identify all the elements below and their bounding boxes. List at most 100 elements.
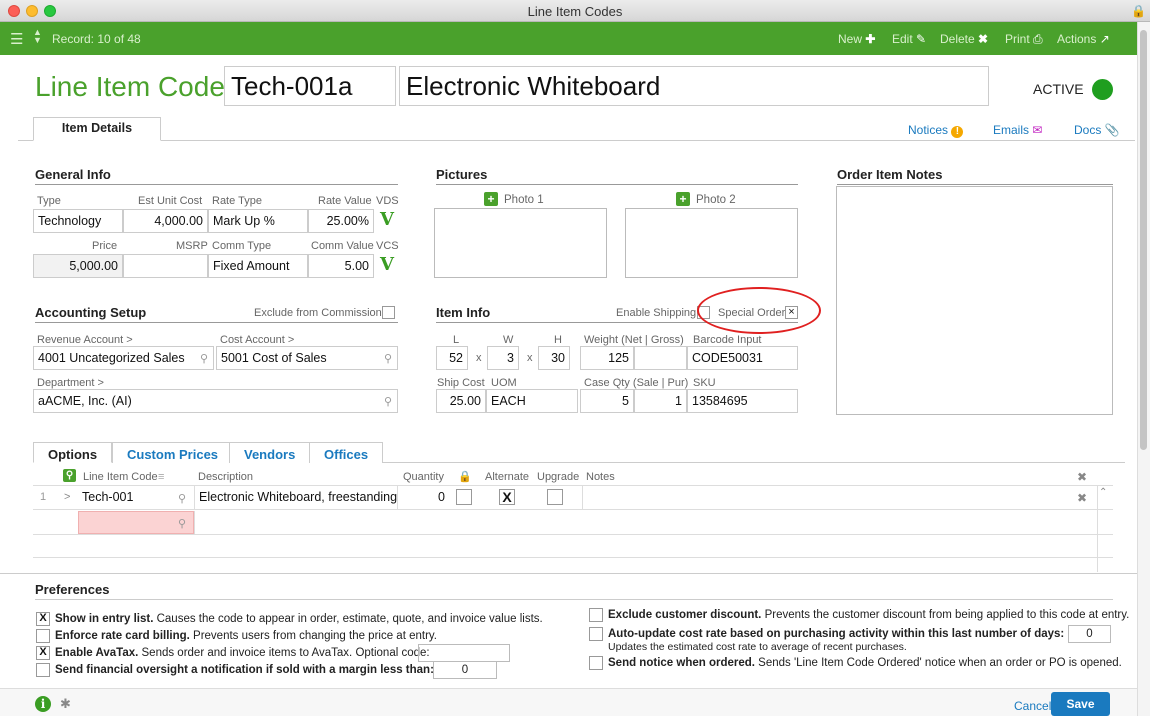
enforce-rate-card-text: Enforce rate card billing. Prevents user… bbox=[55, 630, 437, 642]
margin-input[interactable]: 0 bbox=[433, 661, 497, 679]
sort-icon[interactable]: ≡ bbox=[158, 471, 164, 483]
tab-vendors[interactable]: Vendors bbox=[229, 442, 311, 463]
cancel-button[interactable]: Cancel bbox=[1014, 699, 1051, 713]
financial-oversight-checkbox[interactable] bbox=[36, 663, 50, 677]
enable-avatax-checkbox[interactable]: X bbox=[36, 646, 50, 660]
exclude-discount-checkbox[interactable] bbox=[589, 608, 603, 622]
actions-button[interactable]: Actions ↗ bbox=[1057, 32, 1110, 46]
row-lock-checkbox[interactable] bbox=[456, 489, 472, 505]
notices-link[interactable]: Notices ! bbox=[908, 123, 964, 138]
row-code-field[interactable]: Tech-001 bbox=[78, 486, 194, 509]
preferences-heading: Preferences bbox=[35, 582, 1113, 600]
barcode-field[interactable]: CODE50031 bbox=[687, 346, 798, 370]
new-button[interactable]: New ✚ bbox=[838, 32, 875, 46]
show-entry-list-checkbox[interactable]: X bbox=[36, 612, 50, 626]
add-photo1-icon[interactable]: + bbox=[484, 192, 498, 206]
rate-value-field[interactable]: 25.00% bbox=[308, 209, 374, 233]
row-upgrade-checkbox[interactable] bbox=[547, 489, 563, 505]
col-line-item-code[interactable]: Line Item Code bbox=[83, 471, 158, 483]
vds-checkmark-icon[interactable]: V bbox=[380, 209, 394, 230]
show-entry-list-text: Show in entry list. Causes the code to a… bbox=[55, 613, 543, 625]
tab-options[interactable]: Options bbox=[33, 442, 113, 463]
col-alternate[interactable]: Alternate bbox=[485, 471, 529, 483]
photo2-box[interactable] bbox=[625, 208, 798, 278]
tab-item-details[interactable]: Item Details bbox=[33, 117, 161, 141]
comm-type-field[interactable]: Fixed Amount bbox=[208, 254, 308, 278]
avatax-code-input[interactable] bbox=[418, 644, 510, 662]
row-code-search-icon[interactable]: ⚲ bbox=[178, 492, 186, 505]
delete-button[interactable]: Delete ✖ bbox=[940, 32, 988, 46]
order-item-notes-textarea[interactable] bbox=[836, 186, 1113, 415]
menu-icon[interactable]: ☰ bbox=[10, 30, 23, 48]
row-quantity-field[interactable]: 0 bbox=[397, 486, 449, 509]
est-unit-cost-field[interactable]: 4,000.00 bbox=[123, 209, 208, 233]
new-row-code-field[interactable] bbox=[78, 511, 194, 534]
record-stepper-icon[interactable]: ▲ ▼ bbox=[33, 28, 42, 45]
row-delete-icon[interactable]: ✖ bbox=[1077, 491, 1087, 505]
edit-button[interactable]: Edit ✎ bbox=[892, 32, 926, 46]
cost-days-input[interactable]: 0 bbox=[1068, 625, 1111, 643]
revenue-account-field[interactable]: 4001 Uncategorized Sales bbox=[33, 346, 214, 370]
print-button[interactable]: Print ⎙ bbox=[1005, 32, 1043, 47]
cost-account-label[interactable]: Cost Account > bbox=[220, 334, 294, 346]
tab-offices[interactable]: Offices bbox=[309, 442, 384, 463]
row-description-field[interactable]: Electronic Whiteboard, freestanding bbox=[194, 486, 397, 509]
cost-account-field[interactable]: 5001 Cost of Sales bbox=[216, 346, 398, 370]
department-label[interactable]: Department > bbox=[37, 377, 104, 389]
length-field[interactable]: 52 bbox=[436, 346, 468, 370]
row-alternate-checkbox[interactable]: X bbox=[499, 489, 515, 505]
revenue-search-icon[interactable]: ⚲ bbox=[200, 352, 208, 365]
scrollbar-thumb[interactable] bbox=[1140, 30, 1147, 450]
rate-type-label: Rate Type bbox=[212, 195, 262, 207]
save-button[interactable]: Save bbox=[1051, 692, 1110, 716]
revenue-account-label[interactable]: Revenue Account > bbox=[37, 334, 133, 346]
docs-link[interactable]: Docs 📎 bbox=[1074, 123, 1120, 137]
department-search-icon[interactable]: ⚲ bbox=[384, 395, 392, 408]
comm-value-field[interactable]: 5.00 bbox=[308, 254, 374, 278]
row-collapse-icon[interactable]: ⌃ bbox=[1099, 487, 1107, 498]
options-search-icon[interactable]: ⚲ bbox=[63, 469, 76, 482]
photo1-box[interactable] bbox=[434, 208, 607, 278]
tab-custom-prices[interactable]: Custom Prices bbox=[112, 442, 234, 463]
new-row-search-icon[interactable]: ⚲ bbox=[178, 517, 186, 530]
auto-update-cost-checkbox[interactable] bbox=[589, 627, 603, 641]
row-separator bbox=[33, 557, 1113, 558]
height-field[interactable]: 30 bbox=[538, 346, 570, 370]
edit-label: Edit bbox=[892, 32, 913, 46]
lock-icon: 🔒 bbox=[1131, 4, 1146, 18]
net-weight-field[interactable]: 125 bbox=[580, 346, 634, 370]
uom-field[interactable]: EACH bbox=[486, 389, 578, 413]
vcs-checkmark-icon[interactable]: V bbox=[380, 254, 394, 275]
send-notice-checkbox[interactable] bbox=[589, 656, 603, 670]
emails-label: Emails bbox=[993, 123, 1030, 137]
cost-search-icon[interactable]: ⚲ bbox=[384, 352, 392, 365]
add-photo2-icon[interactable]: + bbox=[676, 192, 690, 206]
active-status-indicator[interactable] bbox=[1092, 79, 1113, 100]
remove-all-icon[interactable]: ✖ bbox=[1077, 470, 1087, 484]
row-expand-icon[interactable]: > bbox=[64, 491, 70, 503]
msrp-field[interactable] bbox=[123, 254, 208, 278]
case-qty-sale-field[interactable]: 5 bbox=[580, 389, 634, 413]
type-field[interactable]: Technology bbox=[33, 209, 123, 233]
delete-label: Delete bbox=[940, 32, 975, 46]
rate-type-field[interactable]: Mark Up % bbox=[208, 209, 308, 233]
department-field[interactable]: aACME, Inc. (AI) bbox=[33, 389, 398, 413]
col-description[interactable]: Description bbox=[198, 471, 253, 483]
ship-cost-field[interactable]: 25.00 bbox=[436, 389, 486, 413]
emails-link[interactable]: Emails ✉ bbox=[993, 123, 1042, 137]
case-qty-pur-field[interactable]: 1 bbox=[634, 389, 687, 413]
vds-label: VDS bbox=[376, 195, 399, 207]
sku-field[interactable]: 13584695 bbox=[687, 389, 798, 413]
col-notes[interactable]: Notes bbox=[586, 471, 615, 483]
exclude-commissions-checkbox[interactable] bbox=[382, 306, 395, 319]
col-quantity[interactable]: Quantity bbox=[403, 471, 444, 483]
price-field[interactable]: 5,000.00 bbox=[33, 254, 123, 278]
pin-icon[interactable]: ✱ bbox=[60, 696, 71, 712]
col-upgrade[interactable]: Upgrade bbox=[537, 471, 579, 483]
description-input[interactable]: Electronic Whiteboard bbox=[399, 66, 989, 106]
info-icon[interactable]: i bbox=[35, 696, 51, 712]
enforce-rate-card-checkbox[interactable] bbox=[36, 629, 50, 643]
gross-weight-field[interactable] bbox=[634, 346, 687, 370]
line-item-code-input[interactable]: Tech-001a bbox=[224, 66, 396, 106]
width-field[interactable]: 3 bbox=[487, 346, 519, 370]
